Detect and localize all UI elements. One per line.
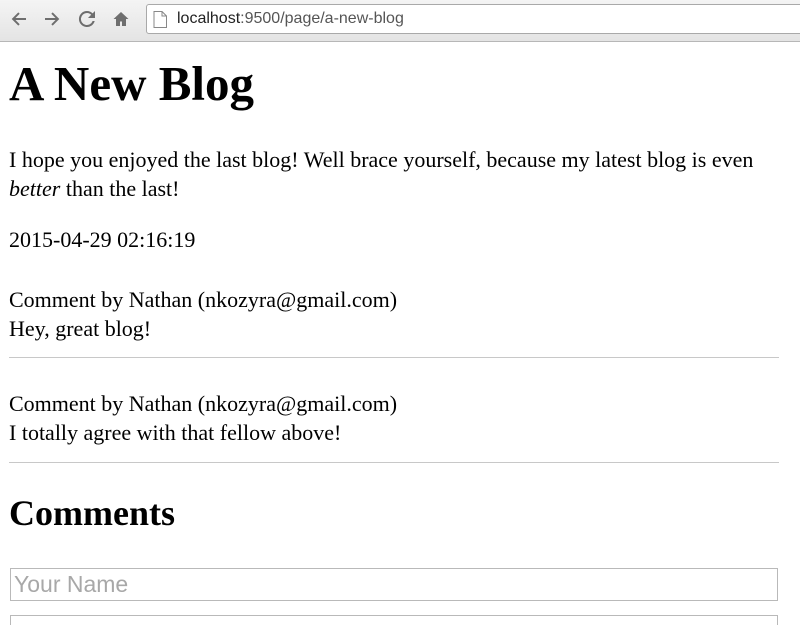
comment-item: Comment by Nathan (nkozyra@gmail.com) He… [9,285,781,358]
post-body-emphasis: better [9,176,61,201]
comments-heading: Comments [9,493,175,533]
comment-field[interactable] [10,615,778,625]
reload-button[interactable] [76,8,98,30]
home-button[interactable] [110,8,132,30]
name-input[interactable] [10,568,778,601]
page-icon [153,11,167,28]
comment-byline: Comment by Nathan (nkozyra@gmail.com) [9,391,398,416]
comment-item: Comment by Nathan (nkozyra@gmail.com) I … [9,389,781,463]
page-title: A New Blog [9,56,254,111]
url-host: localhost [177,10,241,27]
comment-text: I totally agree with that fellow above! [9,420,342,445]
comment-divider [9,357,779,358]
arrow-left-icon [11,12,26,26]
arrow-right-icon [45,12,60,26]
comment-byline: Comment by Nathan (nkozyra@gmail.com) [9,287,398,312]
post-timestamp: 2015-04-29 02:16:19 [9,227,196,252]
post-body-text: I hope you enjoyed the last blog! Well b… [9,147,754,172]
browser-toolbar: localhost:9500/page/a-new-blog [0,0,800,42]
forward-button[interactable] [41,8,63,30]
post-body: I hope you enjoyed the last blog! Well b… [9,145,781,203]
url-text: localhost:9500/page/a-new-blog [177,10,404,28]
reload-icon [78,10,95,27]
post-body-text-end: than the last! [60,176,180,201]
home-icon [113,12,129,26]
comment-text: Hey, great blog! [9,316,152,341]
back-button[interactable] [8,8,30,30]
comment-divider [9,462,779,463]
url-path: :9500/page/a-new-blog [240,10,404,27]
address-bar[interactable]: localhost:9500/page/a-new-blog [146,4,800,34]
